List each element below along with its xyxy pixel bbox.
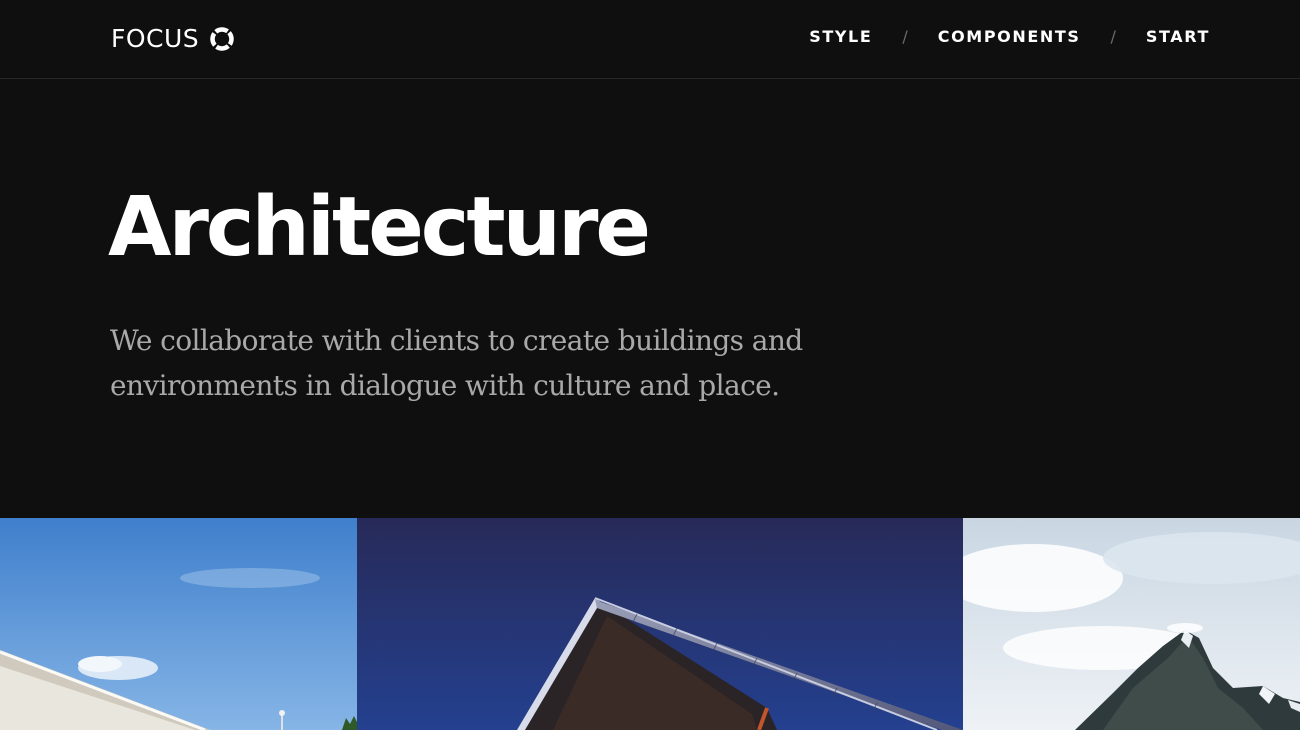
hero-section: Architecture We collaborate with clients… bbox=[0, 80, 1300, 518]
nav-separator: / bbox=[1110, 27, 1116, 46]
main-nav: STYLE / COMPONENTS / START bbox=[809, 26, 1210, 48]
page-title: Architecture bbox=[108, 180, 651, 275]
site-header: FOCUS STYLE / COMPONENTS / START bbox=[0, 0, 1300, 79]
logo-text: FOCUS bbox=[111, 24, 200, 53]
gallery-image-cantilever-building[interactable] bbox=[357, 518, 963, 730]
logo-link[interactable]: FOCUS bbox=[111, 24, 235, 54]
nav-link-components[interactable]: COMPONENTS bbox=[938, 26, 1081, 48]
ring-icon bbox=[209, 26, 235, 52]
gallery-image-mountain[interactable] bbox=[963, 518, 1300, 730]
nav-link-style[interactable]: STYLE bbox=[809, 26, 872, 48]
page-lede: We collaborate with clients to create bu… bbox=[110, 324, 803, 402]
nav-separator: / bbox=[902, 27, 908, 46]
gallery-image-white-building[interactable] bbox=[0, 518, 357, 730]
image-gallery bbox=[0, 518, 1300, 730]
nav-link-start[interactable]: START bbox=[1146, 26, 1210, 48]
